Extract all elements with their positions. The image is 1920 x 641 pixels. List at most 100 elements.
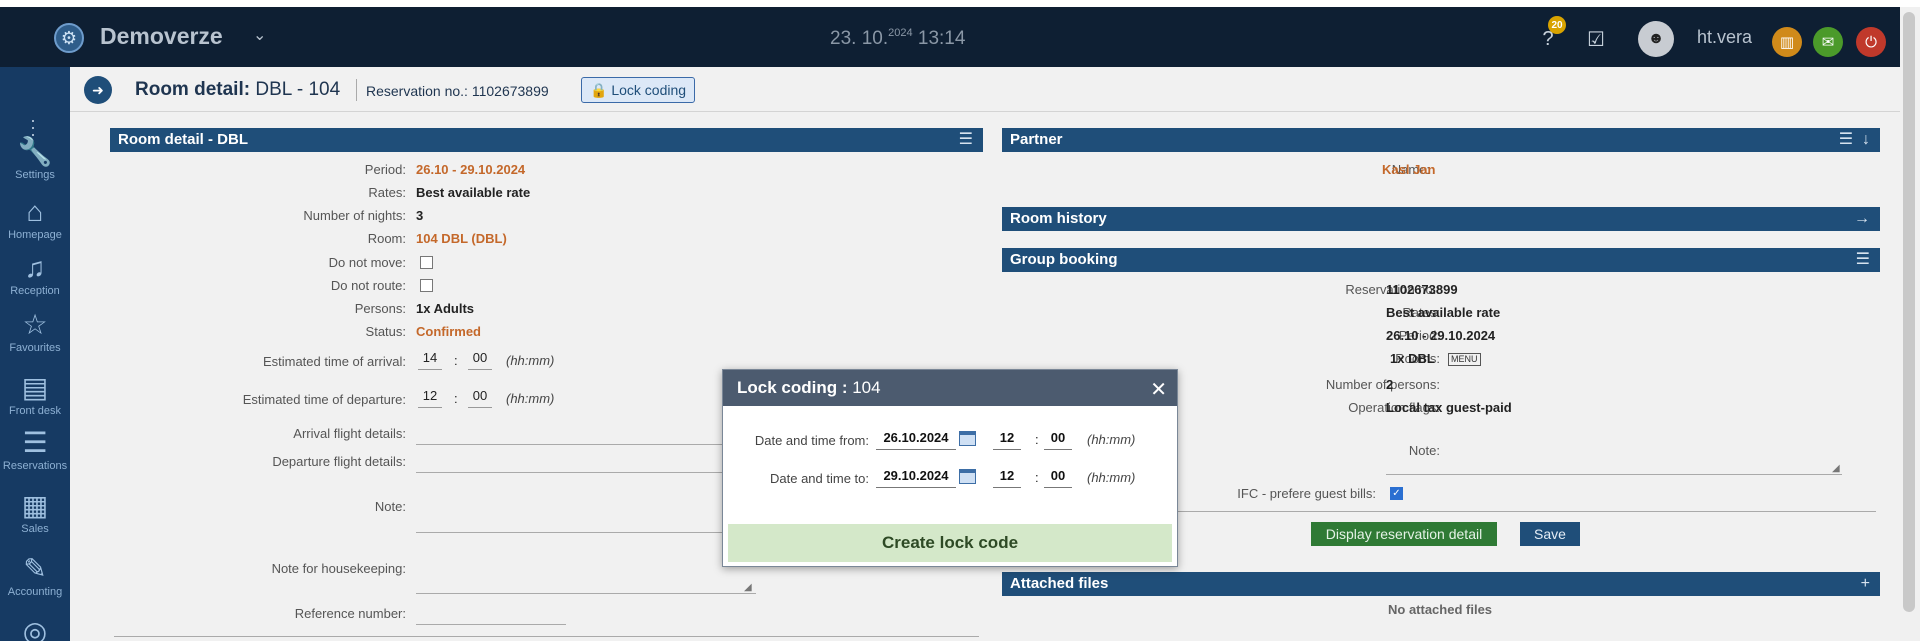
group-note-textarea[interactable]	[1386, 474, 1842, 475]
to-minute-input[interactable]: 00	[1044, 468, 1072, 488]
departure-flight-input[interactable]	[416, 472, 726, 473]
reference-input[interactable]	[416, 624, 566, 625]
panel-title: Partner	[1010, 131, 1063, 148]
arrow-right-icon[interactable]: ➜	[84, 76, 112, 104]
power-icon[interactable]: ⏻	[1856, 27, 1886, 57]
do-not-move-checkbox[interactable]	[420, 256, 433, 269]
subheader: ➜ Room detail: DBL - 104 Reservation no.…	[70, 67, 1900, 112]
sidebar-item-label: Homepage	[8, 229, 62, 241]
resize-handle-icon[interactable]: ◢	[744, 582, 752, 593]
arrow-down-icon[interactable]: ↓	[1862, 131, 1870, 148]
group-flags-value: Local tax guest-paid	[1386, 400, 1512, 415]
status-label: Status:	[365, 324, 406, 339]
reference-label: Reference number:	[294, 606, 406, 621]
page-title-rest: DBL - 104	[250, 79, 341, 100]
lock-coding-button[interactable]: 🔒 Lock coding	[581, 77, 696, 103]
do-not-route-label: Do not route:	[330, 278, 406, 293]
sidebar-item-label: Favourites	[9, 342, 61, 354]
scrollbar-thumb[interactable]	[1903, 12, 1915, 612]
sidebar-item-reception[interactable]: ♫ Reception	[0, 252, 70, 298]
group-booking-panel-header: Group booking ☰	[1002, 248, 1880, 272]
close-icon[interactable]: ✕	[1150, 377, 1167, 402]
username[interactable]: ht.vera	[1697, 27, 1752, 48]
arrival-flight-input[interactable]	[416, 444, 726, 445]
lock-icon: 🔒	[590, 82, 608, 98]
accounting-icon: ✎	[23, 553, 47, 584]
departure-flight-label: Departure flight details:	[272, 454, 406, 469]
front-desk-icon: ▤	[21, 372, 49, 403]
rates-label: Rates:	[368, 185, 406, 200]
more-vertical-icon[interactable]: · · ·	[30, 111, 36, 143]
calendar-icon[interactable]	[959, 431, 976, 446]
from-minute-input[interactable]: 00	[1044, 430, 1072, 450]
group-note-label: Note:	[1408, 443, 1440, 458]
gear-logo-icon[interactable]: ⚙	[54, 23, 84, 53]
section-divider	[114, 636, 979, 637]
from-date-input[interactable]: 26.10.2024	[876, 430, 956, 450]
clipboard-check-icon[interactable]: ☑	[1582, 25, 1610, 53]
calculator-icon: ▦	[21, 490, 49, 521]
sidebar-item-more[interactable]: ◎	[0, 617, 70, 641]
partner-panel-header: Partner ☰ ↓	[1002, 128, 1880, 152]
room-value[interactable]: 104 DBL (DBL)	[416, 231, 507, 246]
sidebar-item-settings[interactable]: 🔧 Settings	[0, 137, 70, 182]
room-history-panel-header[interactable]: Room history →	[1002, 207, 1880, 231]
sidebar-item-label: Front desk	[9, 405, 61, 417]
panel-title: Room history	[1010, 210, 1107, 227]
note-label: Note:	[374, 499, 406, 514]
to-date-input[interactable]: 29.10.2024	[876, 468, 956, 488]
from-hour-input[interactable]: 12	[993, 430, 1021, 450]
to-colon: :	[1035, 470, 1039, 485]
save-button[interactable]: Save	[1520, 522, 1580, 546]
chat-icon[interactable]: ✉	[1813, 27, 1843, 57]
arrow-right-icon[interactable]: →	[1854, 207, 1870, 231]
eta-label: Estimated time of arrival:	[262, 354, 406, 369]
sidebar-item-favourites[interactable]: ☆ Favourites	[0, 310, 70, 355]
panel-actions: ☰ ↓	[1839, 128, 1870, 152]
partner-name-value[interactable]: Kasl Jan	[1382, 162, 1435, 177]
sidebar-item-accounting[interactable]: ✎ Accounting	[0, 553, 70, 599]
group-period-value: 26.10 - 29.10.2024	[1386, 328, 1496, 343]
clock-year: 2024	[888, 27, 913, 39]
rooms-menu-button[interactable]: MENU	[1448, 353, 1481, 366]
menu-icon[interactable]: ☰	[1856, 248, 1870, 272]
etd-minute-input[interactable]: 00	[468, 388, 492, 408]
note-textarea[interactable]	[416, 532, 726, 533]
to-format-hint: (hh:mm)	[1087, 470, 1136, 485]
sidebar-item-reservations[interactable]: ☰ Reservations	[0, 428, 70, 473]
chevron-down-icon[interactable]: ⌄	[253, 25, 266, 45]
etd-format-hint: (hh:mm)	[506, 391, 555, 406]
panel-title: Attached files	[1010, 575, 1109, 592]
housekeeping-textarea[interactable]	[416, 593, 756, 594]
resize-handle-icon[interactable]: ◢	[1832, 463, 1840, 474]
sidebar-item-homepage[interactable]: ⌂ Homepage	[0, 197, 70, 242]
vertical-scrollbar[interactable]	[1900, 7, 1920, 641]
sidebar-item-front-desk[interactable]: ▤ Front desk	[0, 372, 70, 418]
menu-icon[interactable]: ☰	[959, 128, 973, 152]
to-hour-input[interactable]: 12	[993, 468, 1021, 488]
persons-value: 1x Adults	[416, 301, 475, 316]
bell-icon: ♫	[24, 252, 46, 283]
panel-title: Group booking	[1010, 251, 1118, 268]
sidebar-item-label: Settings	[15, 169, 55, 181]
hotel-name[interactable]: Demoverze	[100, 23, 223, 50]
menu-icon[interactable]: ☰	[1839, 131, 1853, 148]
group-resno-value: 1102673899	[1386, 282, 1458, 297]
etd-hour-input[interactable]: 12	[418, 388, 442, 408]
do-not-route-checkbox[interactable]	[420, 279, 433, 292]
create-lock-code-button[interactable]: Create lock code	[728, 524, 1172, 562]
title-separator	[356, 79, 357, 101]
eta-minute-input[interactable]: 00	[468, 350, 492, 370]
avatar[interactable]: ☻	[1638, 21, 1674, 57]
ifc-checkbox[interactable]: ✓	[1390, 487, 1403, 500]
eta-hour-input[interactable]: 14	[418, 350, 442, 370]
sidebar-item-sales[interactable]: ▦ Sales	[0, 490, 70, 536]
display-reservation-detail-button[interactable]: Display reservation detail	[1311, 522, 1497, 546]
eta-format-hint: (hh:mm)	[506, 353, 555, 368]
sidebar-item-label: Reception	[10, 285, 60, 297]
etd-label: Estimated time of departure:	[242, 392, 406, 407]
from-colon: :	[1035, 432, 1039, 447]
plus-icon[interactable]: +	[1861, 572, 1870, 596]
calendar-icon[interactable]	[959, 469, 976, 484]
book-icon[interactable]: ▥	[1772, 27, 1802, 57]
